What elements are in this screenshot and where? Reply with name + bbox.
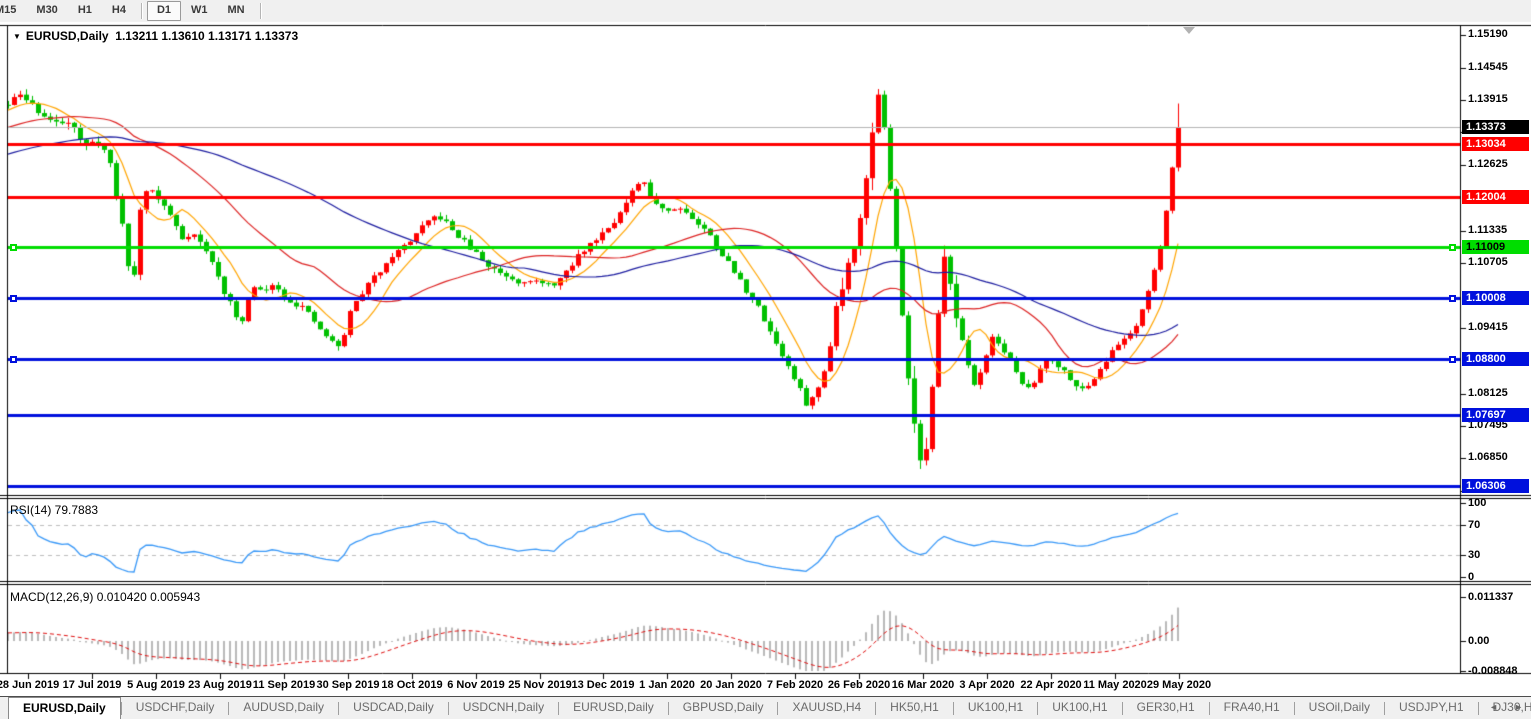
hline-price-box[interactable]: 1.13034 bbox=[1462, 137, 1529, 151]
hline-price-box[interactable]: 1.12004 bbox=[1462, 190, 1529, 204]
date-axis-label: 11 May 2020 bbox=[1083, 679, 1147, 691]
price-axis-tick-label: 1.15190 bbox=[1468, 28, 1508, 40]
chart-tab-fra40-h1[interactable]: FRA40,H1 bbox=[1210, 697, 1294, 719]
price-axis-tick-label: 1.08125 bbox=[1468, 387, 1508, 399]
date-axis-label: 25 Nov 2019 bbox=[508, 679, 572, 691]
chart-tab-bar: EURUSD,DailyUSDCHF,DailyAUDUSD,DailyUSDC… bbox=[0, 696, 1531, 719]
date-axis-label: 11 Sep 2019 bbox=[253, 679, 315, 691]
chart-tab-uk100-h1[interactable]: UK100,H1 bbox=[1038, 697, 1121, 719]
date-axis-label: 16 Mar 2020 bbox=[892, 679, 954, 691]
chart-tab-usdchf-daily[interactable]: USDCHF,Daily bbox=[122, 697, 229, 719]
date-axis-label: 7 Feb 2020 bbox=[767, 679, 823, 691]
date-axis-label: 30 Sep 2019 bbox=[317, 679, 380, 691]
chart-tab-row: EURUSD,DailyUSDCHF,DailyAUDUSD,DailyUSDC… bbox=[0, 697, 1531, 719]
current-price-box: 1.13373 bbox=[1462, 120, 1529, 134]
hline-drag-handle[interactable] bbox=[10, 356, 17, 363]
date-axis-label: 17 Jul 2019 bbox=[63, 679, 122, 691]
rsi-indicator-label: RSI(14) 79.7883 bbox=[10, 503, 98, 517]
date-axis-label: 20 Jan 2020 bbox=[700, 679, 762, 691]
chart-tab-uk100-h1[interactable]: UK100,H1 bbox=[954, 697, 1037, 719]
chart-tab-usdjpy-h1[interactable]: USDJPY,H1 bbox=[1385, 697, 1477, 719]
hline-price-box[interactable]: 1.11009 bbox=[1462, 240, 1529, 254]
date-axis-label: 1 Jan 2020 bbox=[639, 679, 695, 691]
rsi-axis-tick-label: 0 bbox=[1468, 571, 1474, 583]
price-axis-tick-label: 1.09415 bbox=[1468, 321, 1508, 333]
hline-drag-handle[interactable] bbox=[10, 244, 17, 251]
macd-axis-tick-label: 0.011337 bbox=[1468, 591, 1513, 603]
date-axis-label: 22 Apr 2020 bbox=[1020, 679, 1081, 691]
date-axis-label: 3 Apr 2020 bbox=[959, 679, 1014, 691]
date-axis-label: 18 Oct 2019 bbox=[381, 679, 442, 691]
symbol-dropdown-icon[interactable]: ▼ bbox=[13, 32, 21, 41]
price-axis-tick-label: 1.13915 bbox=[1468, 93, 1508, 105]
macd-indicator-label: MACD(12,26,9) 0.010420 0.005943 bbox=[10, 590, 200, 604]
tab-scroll-left-icon[interactable]: ◄ bbox=[1489, 702, 1498, 712]
date-axis-label: 5 Aug 2019 bbox=[127, 679, 185, 691]
chart-ohlc-values: 1.13211 1.13610 1.13171 1.13373 bbox=[115, 29, 298, 43]
price-axis-tick-label: 1.12625 bbox=[1468, 158, 1508, 170]
chart-canvas[interactable] bbox=[0, 0, 1531, 719]
chart-shift-marker[interactable] bbox=[1183, 27, 1195, 34]
macd-axis-tick-label: -0.008848 bbox=[1468, 665, 1518, 677]
date-axis-label: 13 Dec 2019 bbox=[572, 679, 635, 691]
date-axis-label: 6 Nov 2019 bbox=[447, 679, 504, 691]
tab-scroll-arrows: ◄ ► bbox=[1489, 702, 1523, 712]
chart-tab-eurusd-daily[interactable]: EURUSD,Daily bbox=[8, 697, 121, 719]
chart-tab-audusd-daily[interactable]: AUDUSD,Daily bbox=[229, 697, 338, 719]
tab-scroll-right-icon[interactable]: ► bbox=[1514, 702, 1523, 712]
hline-price-box[interactable]: 1.08800 bbox=[1462, 352, 1529, 366]
chart-tab-usdcnh-daily[interactable]: USDCNH,Daily bbox=[449, 697, 558, 719]
rsi-axis-tick-label: 100 bbox=[1468, 497, 1486, 509]
chart-title: ▼ EURUSD,Daily 1.13211 1.13610 1.13171 1.… bbox=[13, 29, 298, 43]
hline-drag-handle[interactable] bbox=[10, 295, 17, 302]
rsi-axis-tick-label: 30 bbox=[1468, 549, 1480, 561]
hline-price-box[interactable]: 1.07697 bbox=[1462, 408, 1529, 422]
chart-tab-ger30-h1[interactable]: GER30,H1 bbox=[1123, 697, 1209, 719]
price-axis-tick-label: 1.10705 bbox=[1468, 256, 1508, 268]
date-axis-label: 26 Feb 2020 bbox=[828, 679, 890, 691]
chart-tab-gbpusd-daily[interactable]: GBPUSD,Daily bbox=[669, 697, 778, 719]
hline-drag-handle[interactable] bbox=[1449, 356, 1456, 363]
chart-symbol-label: EURUSD,Daily bbox=[26, 29, 109, 43]
chart-tab-usdcad-daily[interactable]: USDCAD,Daily bbox=[339, 697, 448, 719]
price-axis-tick-label: 1.11335 bbox=[1468, 224, 1507, 236]
chart-tab-usoil-daily[interactable]: USOil,Daily bbox=[1295, 697, 1384, 719]
hline-price-box[interactable]: 1.10008 bbox=[1462, 291, 1529, 305]
hline-drag-handle[interactable] bbox=[1449, 295, 1456, 302]
date-axis-label: 28 Jun 2019 bbox=[0, 679, 59, 691]
chart-tab-xauusd-h4[interactable]: XAUUSD,H4 bbox=[778, 697, 875, 719]
chart-tab-eurusd-daily[interactable]: EURUSD,Daily bbox=[559, 697, 668, 719]
date-axis-label: 29 May 2020 bbox=[1147, 679, 1211, 691]
price-axis-tick-label: 1.06850 bbox=[1468, 451, 1508, 463]
date-axis-label: 23 Aug 2019 bbox=[188, 679, 252, 691]
rsi-axis-tick-label: 70 bbox=[1468, 519, 1480, 531]
hline-price-box[interactable]: 1.06306 bbox=[1462, 479, 1529, 493]
hline-drag-handle[interactable] bbox=[1449, 244, 1456, 251]
price-axis-tick-label: 1.14545 bbox=[1468, 61, 1508, 73]
macd-axis-tick-label: 0.00 bbox=[1468, 635, 1489, 647]
trading-app-window: M15M30H1H4D1W1MN ▼EURUSD,Daily 1.13211 1… bbox=[0, 0, 1531, 719]
chart-tab-hk50-h1[interactable]: HK50,H1 bbox=[876, 697, 953, 719]
